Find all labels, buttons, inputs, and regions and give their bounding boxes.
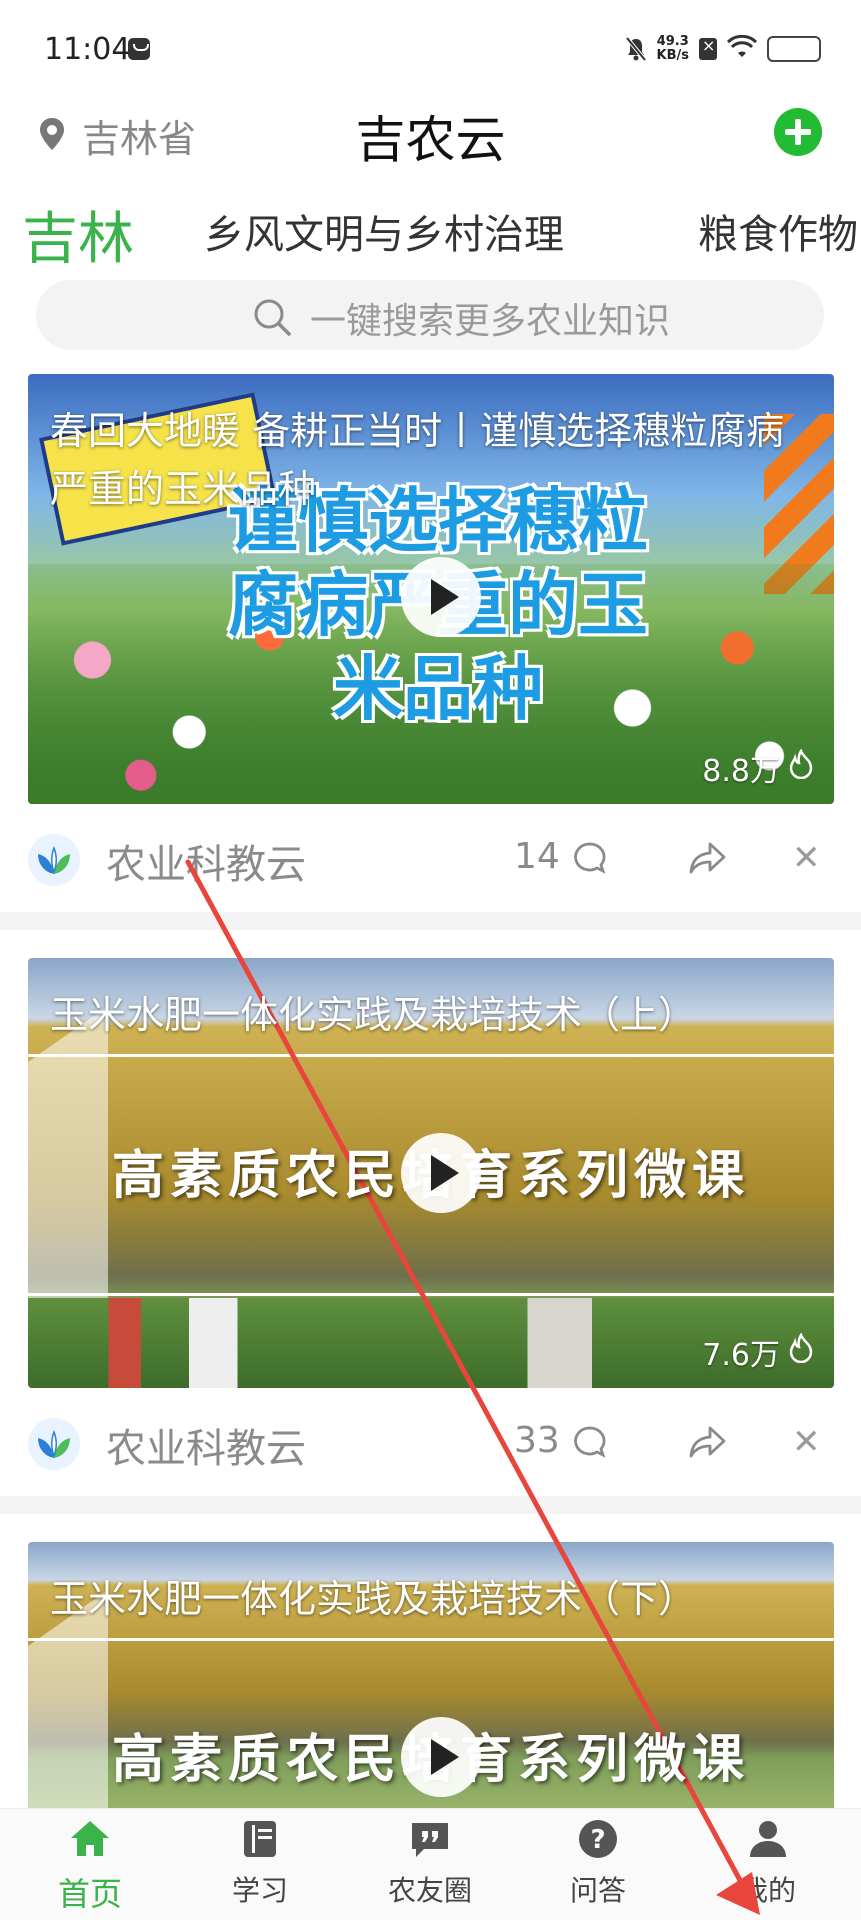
search-icon [252,297,292,341]
close-icon[interactable]: ✕ [792,1422,821,1462]
tab-jilin[interactable]: 吉林 [22,196,134,275]
nav-item-study[interactable]: 学习 [218,1817,302,1920]
play-icon[interactable] [401,1717,481,1797]
video-meta: 农业科教云 33 ✕ [0,1392,861,1492]
play-icon[interactable] [401,1133,481,1213]
no-sim-icon [699,36,717,60]
nav-label: 学习 [231,1874,288,1907]
video-title: 春回大地暖 备耕正当时丨谨慎选择穗粒腐病严重的玉米品种 [50,409,785,511]
video-title: 玉米水肥一体化实践及栽培技术（下） [50,1577,697,1621]
nav-item-me[interactable]: 我的 [726,1817,810,1920]
add-button[interactable] [774,108,822,156]
comment-count: 14 [514,836,560,877]
video-meta: 农业科教云 14 ✕ [0,808,861,908]
video-thumbnail[interactable]: 谨慎选择穗粒腐病严重的玉米品种 春回大地暖 备耕正当时丨谨慎选择穗粒腐病严重的玉… [28,374,834,804]
message-notification-icon [128,38,150,60]
network-speed-unit: KB/s [656,48,689,63]
person-icon [726,1817,810,1869]
video-thumbnail[interactable]: 高素质农民培育系列微课 玉米水肥一体化实践及栽培技术（上） 7.6万 [28,958,834,1388]
comment-count: 33 [514,1420,560,1461]
nav-item-qa[interactable]: ? 问答 [556,1817,640,1920]
nav-item-community[interactable]: 农友圈 [374,1817,486,1920]
video-title: 玉米水肥一体化实践及栽培技术（上） [50,993,697,1037]
nav-label: 首页 [57,1875,122,1913]
network-speed-value: 49.3 [656,34,689,49]
network-speed: 49.3 KB/s [657,35,689,63]
author-name[interactable]: 农业科教云 [106,832,306,890]
mute-bell-icon [624,36,647,62]
view-count: 7.6万 [702,1330,814,1374]
search-bar[interactable]: 一键搜索更多农业知识 [36,280,824,350]
divider [0,1496,861,1514]
nav-item-home[interactable]: 首页 [48,1817,132,1920]
wifi-icon [726,34,758,63]
home-icon [48,1817,132,1869]
nav-label: 问答 [569,1874,626,1907]
app-title: 吉农云 [355,111,506,169]
close-icon[interactable]: ✕ [792,838,821,878]
question-icon: ? [556,1817,640,1869]
flame-icon [788,748,814,787]
book-icon [218,1817,302,1869]
author-avatar[interactable] [28,834,80,886]
quote-chat-icon [374,1817,486,1869]
divider [0,912,861,930]
share-icon[interactable] [688,1424,726,1464]
flame-icon [788,1332,814,1371]
play-icon[interactable] [401,557,481,637]
tab-grain-crops[interactable]: 粮食作物 [698,202,858,260]
view-count-value: 7.6万 [702,1338,780,1373]
status-icons: 49.3 KB/s [624,34,821,64]
status-bar: 11:04 49.3 KB/s [0,0,861,100]
share-icon[interactable] [688,840,726,880]
battery-icon [767,36,821,62]
author-name[interactable]: 农业科教云 [106,1416,306,1474]
bottom-nav: 首页 学习 农友圈 ? 问答 我的 [0,1808,861,1920]
status-time: 11:04 [44,32,131,67]
search-placeholder: 一键搜索更多农业知识 [310,301,671,342]
comment-icon[interactable] [572,840,608,880]
comment-icon[interactable] [572,1424,608,1464]
view-count: 8.8万 [702,746,814,790]
author-avatar[interactable] [28,1418,80,1470]
category-tabs: 吉林 乡风文明与乡村治理 粮食作物 [0,196,861,278]
nav-label: 我的 [739,1874,796,1907]
video-thumbnail[interactable]: 高素质农民培育系列微课 玉米水肥一体化实践及栽培技术（下） [28,1542,834,1812]
view-count-value: 8.8万 [702,754,780,789]
tab-rural-governance[interactable]: 乡风文明与乡村治理 [204,202,564,260]
svg-text:?: ? [590,1825,605,1855]
nav-label: 农友圈 [387,1874,472,1907]
